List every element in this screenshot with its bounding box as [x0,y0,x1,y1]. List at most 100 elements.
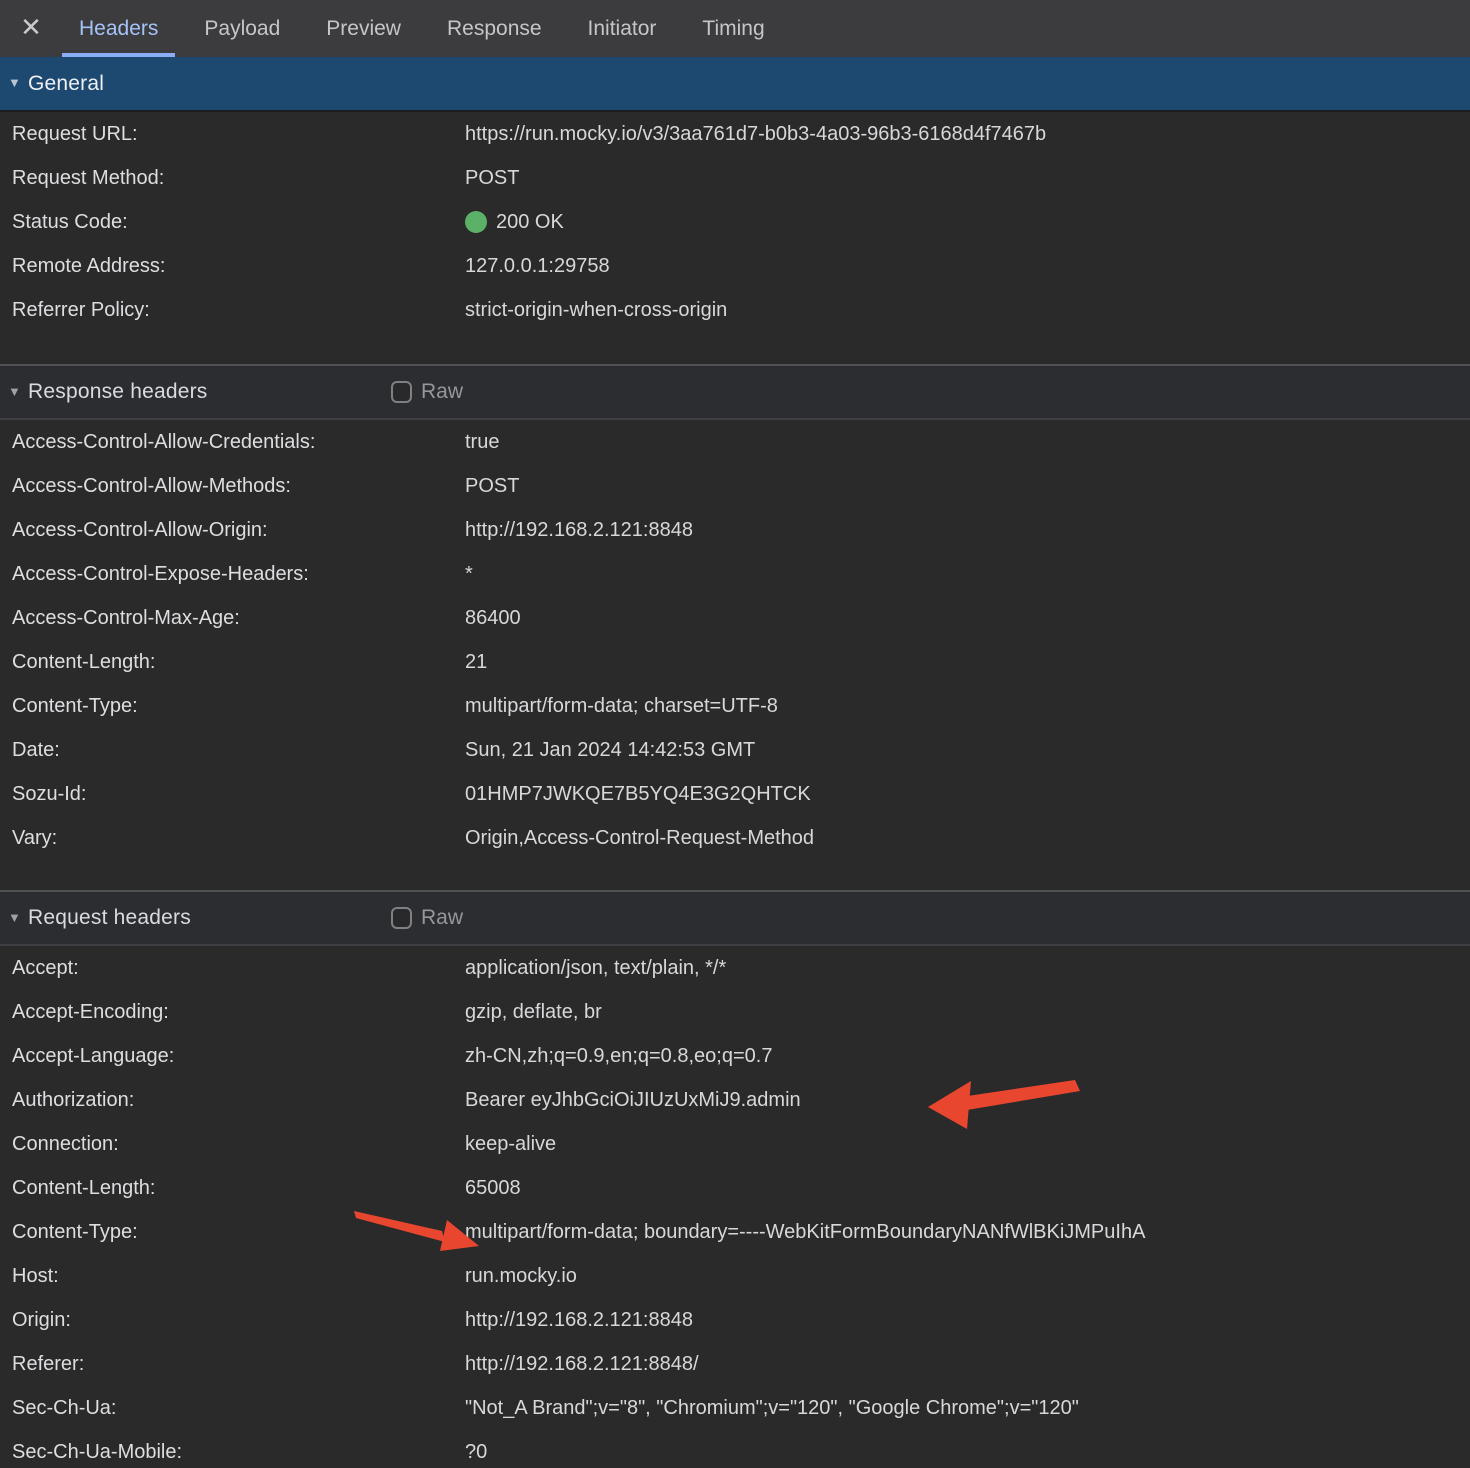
header-value: Origin,Access-Control-Request-Method [465,827,1470,850]
raw-checkbox[interactable] [391,381,412,403]
header-name: Status Code: [0,211,465,234]
header-value: Sun, 21 Jan 2024 14:42:53 GMT [465,739,1470,762]
raw-toggle-group: Raw [391,892,463,944]
header-name: Access-Control-Allow-Credentials: [0,431,465,454]
header-name: Content-Length: [0,651,465,674]
header-name: Request URL: [0,123,465,146]
header-value: "Not_A Brand";v="8", "Chromium";v="120",… [465,1397,1470,1420]
header-name: Referer: [0,1353,465,1376]
header-name: Referrer Policy: [0,299,465,322]
header-value: run.mocky.io [465,1265,1470,1288]
header-row: Sozu-Id:01HMP7JWKQE7B5YQ4E3G2QHTCK [0,772,1470,816]
tab-headers[interactable]: Headers [62,0,175,57]
header-name: Access-Control-Allow-Methods: [0,475,465,498]
request-headers-rows: Accept:application/json, text/plain, */*… [0,946,1470,1468]
header-name: Vary: [0,827,465,850]
header-row: Content-Type:multipart/form-data; charse… [0,684,1470,728]
header-name: Accept: [0,957,465,980]
header-row: Referer:http://192.168.2.121:8848/ [0,1342,1470,1386]
raw-checkbox-label[interactable]: Raw [421,380,463,404]
header-name: Access-Control-Allow-Origin: [0,519,465,542]
header-name: Content-Length: [0,1177,465,1200]
header-row: Host:run.mocky.io [0,1254,1470,1298]
header-name: Origin: [0,1309,465,1332]
header-name: Request Method: [0,167,465,190]
header-value: zh-CN,zh;q=0.9,en;q=0.8,eo;q=0.7 [465,1045,1470,1068]
header-row: Accept:application/json, text/plain, */* [0,946,1470,990]
header-value: * [465,563,1470,586]
header-name: Content-Type: [0,695,465,718]
header-name: Sec-Ch-Ua-Mobile: [0,1441,465,1464]
header-value: true [465,431,1470,454]
section-title: Response headers [28,380,208,404]
chevron-down-icon: ▼ [8,75,28,90]
section-gap [0,860,1470,890]
header-row: Origin:http://192.168.2.121:8848 [0,1298,1470,1342]
header-row: Access-Control-Allow-Credentials:true [0,420,1470,464]
tab-initiator[interactable]: Initiator [571,0,674,57]
header-name: Host: [0,1265,465,1288]
section-header-request-headers[interactable]: ▼ Request headers Raw [0,890,1470,946]
header-value: POST [465,167,1470,190]
header-value: 127.0.0.1:29758 [465,255,1470,278]
raw-toggle-group: Raw [391,366,463,418]
general-rows: Request URL:https://run.mocky.io/v3/3aa7… [0,112,1470,332]
header-row: Request URL:https://run.mocky.io/v3/3aa7… [0,112,1470,156]
header-name: Content-Type: [0,1221,465,1244]
network-detail-tabbar: ✕ HeadersPayloadPreviewResponseInitiator… [0,0,1470,57]
header-value: 200 OK [465,211,1470,234]
raw-checkbox[interactable] [391,907,412,929]
section-title: Request headers [28,906,191,930]
tab-list: HeadersPayloadPreviewResponseInitiatorTi… [62,0,794,57]
tab-preview[interactable]: Preview [309,0,418,57]
raw-checkbox-label[interactable]: Raw [421,906,463,930]
header-value: http://192.168.2.121:8848 [465,519,1470,542]
header-row: Content-Length:65008 [0,1166,1470,1210]
header-value: multipart/form-data; boundary=----WebKit… [465,1221,1470,1244]
header-row: Accept-Language:zh-CN,zh;q=0.9,en;q=0.8,… [0,1034,1470,1078]
header-row: Access-Control-Allow-Origin:http://192.1… [0,508,1470,552]
header-row: Status Code:200 OK [0,200,1470,244]
header-value: keep-alive [465,1133,1470,1156]
header-name: Authorization: [0,1089,465,1112]
header-row: Access-Control-Max-Age:86400 [0,596,1470,640]
chevron-down-icon: ▼ [8,384,28,399]
header-value: application/json, text/plain, */* [465,957,1470,980]
close-icon[interactable]: ✕ [0,0,62,57]
tab-timing[interactable]: Timing [685,0,781,57]
section-header-response-headers[interactable]: ▼ Response headers Raw [0,364,1470,420]
header-value: gzip, deflate, br [465,1001,1470,1024]
header-value: Bearer eyJhbGciOiJIUzUxMiJ9.admin [465,1089,1470,1112]
header-row: Vary:Origin,Access-Control-Request-Metho… [0,816,1470,860]
header-name: Accept-Language: [0,1045,465,1068]
header-row: Referrer Policy:strict-origin-when-cross… [0,288,1470,332]
header-value: strict-origin-when-cross-origin [465,299,1470,322]
status-ok-dot-icon [465,211,487,233]
chevron-down-icon: ▼ [8,910,28,925]
header-value: https://run.mocky.io/v3/3aa761d7-b0b3-4a… [465,123,1470,146]
header-row: Date:Sun, 21 Jan 2024 14:42:53 GMT [0,728,1470,772]
section-gap [0,332,1470,364]
header-row: Sec-Ch-Ua:"Not_A Brand";v="8", "Chromium… [0,1386,1470,1430]
header-row: Remote Address:127.0.0.1:29758 [0,244,1470,288]
header-value: http://192.168.2.121:8848/ [465,1353,1470,1376]
header-value: POST [465,475,1470,498]
header-row: Content-Length:21 [0,640,1470,684]
tab-response[interactable]: Response [430,0,559,57]
header-value: 01HMP7JWKQE7B5YQ4E3G2QHTCK [465,783,1470,806]
header-value: http://192.168.2.121:8848 [465,1309,1470,1332]
header-name: Sec-Ch-Ua: [0,1397,465,1420]
header-row: Request Method:POST [0,156,1470,200]
section-header-general[interactable]: ▼ General [0,57,1470,112]
header-name: Access-Control-Max-Age: [0,607,465,630]
header-name: Remote Address: [0,255,465,278]
header-row: Sec-Ch-Ua-Mobile:?0 [0,1430,1470,1468]
header-value: 21 [465,651,1470,674]
header-row: Authorization:Bearer eyJhbGciOiJIUzUxMiJ… [0,1078,1470,1122]
header-row: Content-Type:multipart/form-data; bounda… [0,1210,1470,1254]
header-name: Accept-Encoding: [0,1001,465,1024]
tab-payload[interactable]: Payload [187,0,297,57]
header-value: ?0 [465,1441,1470,1464]
header-name: Date: [0,739,465,762]
header-row: Access-Control-Expose-Headers:* [0,552,1470,596]
